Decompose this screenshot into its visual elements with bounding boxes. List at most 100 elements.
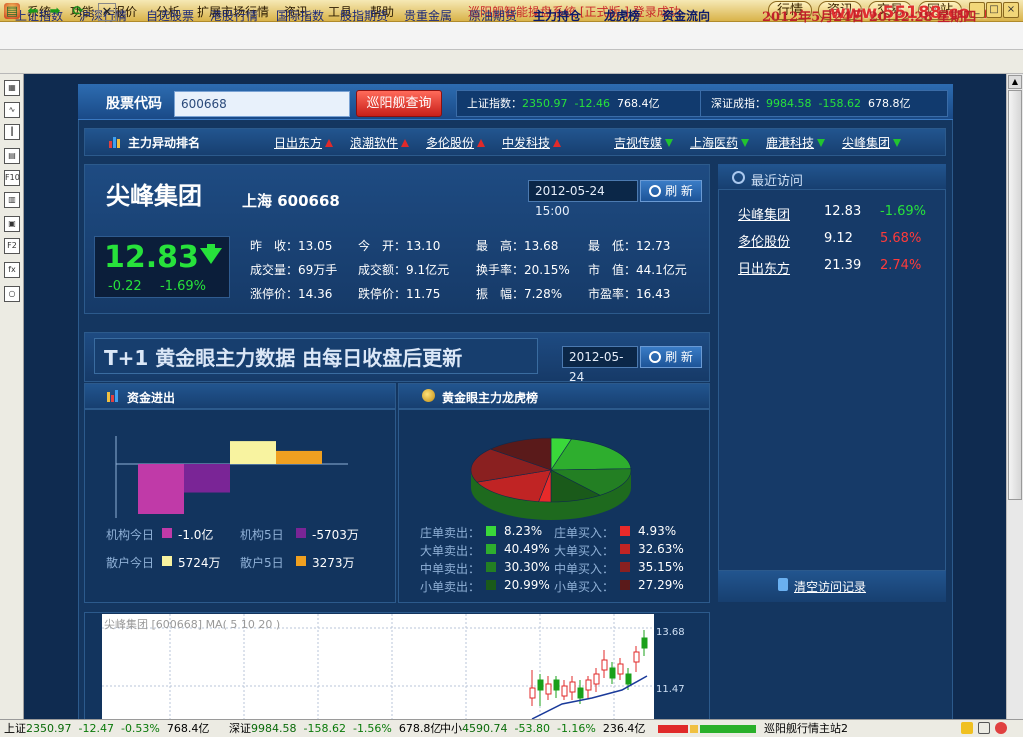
line-chart-icon[interactable]: ∿ [4,102,20,118]
mover-item[interactable]: 上海医药 [690,134,750,151]
status-sz: 深证9984.58 -158.62 -1.56% 678.8亿 [229,720,441,736]
nav-intl-index[interactable]: 国际指数 [276,7,324,24]
stat-value: 11.75 [406,287,441,301]
kline-low-label: 11.47 [656,684,685,695]
candlestick-icon[interactable]: ┃ [4,124,20,140]
dragon-legend-label: 中单卖出： [420,562,481,576]
stat-label: 昨 收： [250,239,299,253]
scroll-thumb[interactable] [1008,90,1022,500]
dragon-legend-label: 庄单买入： [554,526,615,540]
recent-item-name[interactable]: 尖峰集团 [738,204,790,223]
f10-icon[interactable]: F10 [4,170,20,186]
search-icon[interactable]: ○ [4,286,20,302]
stat-value: 7.28% [524,287,563,301]
clear-history-link[interactable]: 清空访问记录 [794,578,866,595]
dragon-legend-swatch [620,562,630,572]
nav-crude-oil[interactable]: 原油期货 [469,7,517,24]
stock-code-input[interactable]: 600668 [174,91,350,117]
function-icon[interactable]: fx [4,262,20,278]
recent-item-name[interactable]: 日出东方 [738,258,790,277]
funds-legend-value: 3273万 [312,556,355,570]
nav-fund-flow[interactable]: 资金流向 [662,7,710,24]
sh-index-box: 上证指数：2350.97 -12.46 768.4亿 [456,90,704,117]
funds-bar-chart [115,436,348,518]
bar-chart-icon [109,137,120,148]
stat-item: 跌停价：11.75 [358,285,440,302]
dragon-legend-swatch [486,544,496,554]
stat-item: 市盈率：16.43 [588,285,670,302]
stock-code-label: 股票代码 [106,96,162,112]
scrollbar[interactable]: ▲ [1006,74,1023,719]
status-sz-value: 9984.58 [251,722,297,735]
stat-value: 14.36 [298,287,333,301]
sidebar-toggle-icon[interactable]: ▤ [3,3,21,21]
nav-hk-quotes[interactable]: 港股行情 [210,7,258,24]
quote-list-icon[interactable]: ▦ [4,80,20,96]
mover-item[interactable]: 日出东方 [274,134,334,151]
stop-icon[interactable]: ✕ [98,3,116,21]
status-sz-pct: -1.56% [352,722,392,735]
recent-item-name[interactable]: 多伦股份 [738,231,790,250]
status-sh-pct: -0.53% [120,722,160,735]
mover-item[interactable]: 中发科技 [502,134,562,151]
stat-label: 换手率： [476,263,525,277]
kline-candle [617,663,624,675]
stock-refresh-button[interactable]: 刷 新 [640,180,702,202]
maximize-icon[interactable]: □ [986,2,1002,18]
close-icon[interactable]: × [1003,2,1019,18]
mover-item[interactable]: 浪潮软件 [350,134,410,151]
up-arrow-icon [553,139,562,147]
recent-item-price: 12.83 [824,204,862,219]
nav-precious-metals[interactable]: 贵重金属 [404,7,452,24]
status-zx-vol: 236.4亿 [602,722,646,735]
dragon-pie-chart [470,437,632,520]
toolbar [0,50,1023,74]
funds-legend-swatch [162,528,172,538]
mover-item[interactable]: 鹿港科技 [766,134,826,151]
stat-label: 成交量： [250,263,299,277]
market-breadth-icon [658,725,756,733]
dragon-title: 黄金眼主力龙虎榜 [442,391,539,405]
status-server: 巡阳舰行情主站2 [764,722,848,735]
nav-watchlist[interactable]: 自选股票 [146,7,194,24]
mover-item[interactable]: 吉视传媒 [614,134,674,151]
report-icon[interactable]: ▥ [4,192,20,208]
mover-item[interactable]: 尖峰集团 [842,134,902,151]
mover-name: 尖峰集团 [842,136,891,150]
dragon-legend-swatch [486,580,496,590]
forward-arrow-icon[interactable]: ➡ [46,3,64,21]
dragon-legend-label: 小单买入： [554,580,615,594]
stat-value: 13.10 [406,239,441,253]
nav-main-holdings[interactable]: 主力持仓 [533,7,581,24]
left-toolbar: ▦ ∿ ┃ ▤ F10 ▥ ▣ F2 fx ○ [0,74,24,719]
formula-icon[interactable]: F2 [4,238,20,254]
refresh-icon[interactable]: ⟳ [69,3,87,21]
alert-icon[interactable] [995,722,1007,734]
scroll-up-icon[interactable]: ▲ [1008,75,1022,89]
clock-icon [732,171,745,184]
t1-title: T+1 黄金眼主力数据 由每日收盘后更新 [104,346,463,370]
nav-index-futures[interactable]: 股指期货 [340,7,388,24]
datetime: 2012年5月24日 20:12:28 星期四 [762,10,977,25]
kline-candle [633,651,640,663]
recent-item-pct: 5.68% [880,231,922,246]
funds-legend-swatch [162,556,172,566]
info-icon[interactable]: ▤ [4,148,20,164]
kline-candle [529,687,536,699]
calendar-icon[interactable]: ▣ [4,216,20,232]
kline-candle [537,679,544,691]
stat-label: 最 低： [588,239,637,253]
up-arrow-icon [477,139,486,147]
t1-refresh-button[interactable]: 刷 新 [640,346,702,368]
mover-item[interactable]: 多伦股份 [426,134,486,151]
signal-icon[interactable] [978,722,990,734]
funds-legend-value: -1.0亿 [178,528,214,542]
lock-icon[interactable] [961,722,973,734]
query-button[interactable]: 巡阳舰查询 [356,90,442,117]
dragon-legend-value: 40.49% [504,542,550,556]
dragon-legend-value: 32.63% [638,542,684,556]
sz-index-box: 深证成指：9984.58 -158.62 678.8亿 [700,90,948,117]
back-arrow-icon[interactable]: ⬅ [24,3,42,21]
nav-dragon-tiger[interactable]: 龙虎榜 [604,7,640,24]
status-sh: 上证2350.97 -12.47 -0.53% 768.4亿 [4,720,209,736]
